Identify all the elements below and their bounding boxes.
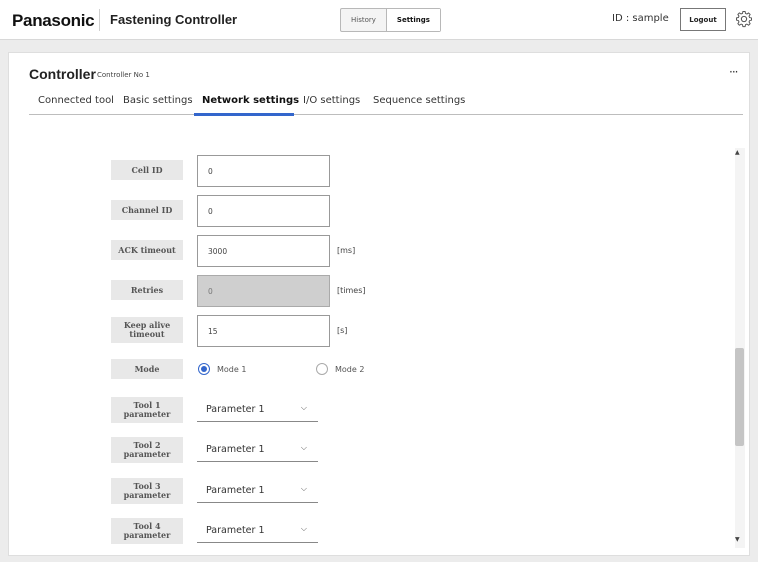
tool-2-parameter-value: Parameter 1: [206, 443, 265, 455]
cell-id-label: Cell ID: [111, 160, 183, 180]
settings-button[interactable]: Settings: [386, 9, 440, 31]
tool-3-parameter-label: Tool 3 parameter: [111, 478, 183, 504]
cell-id-input[interactable]: 0: [197, 155, 330, 187]
retries-label: Retries: [111, 280, 183, 300]
mode-1-label: Mode 1: [217, 365, 247, 374]
tool-3-label-line2: parameter: [123, 490, 171, 500]
mode-label: Mode: [111, 359, 183, 379]
logout-button[interactable]: Logout: [680, 8, 726, 31]
panel-title: Controller: [29, 66, 96, 82]
ack-timeout-unit: [ms]: [337, 246, 356, 255]
tool-3-parameter-select[interactable]: Parameter 1 ⌵: [197, 478, 318, 503]
main-nav: History Settings: [340, 8, 441, 32]
tool-3-parameter-value: Parameter 1: [206, 484, 265, 496]
keep-alive-unit: [s]: [337, 326, 348, 335]
retries-unit: [times]: [337, 286, 366, 295]
tool-1-label-line2: parameter: [123, 409, 171, 419]
keep-alive-label: Keep alive timeout: [111, 317, 183, 343]
tool-2-parameter-label: Tool 2 parameter: [111, 437, 183, 463]
more-icon[interactable]: ···: [729, 65, 739, 79]
chevron-down-icon: ⌵: [300, 484, 307, 493]
tab-network-settings[interactable]: Network settings: [202, 95, 299, 106]
app-title: Fastening Controller: [110, 12, 238, 27]
tool-1-parameter-value: Parameter 1: [206, 403, 265, 415]
mode-1-radio[interactable]: [198, 363, 210, 375]
tab-basic-settings[interactable]: Basic settings: [123, 95, 193, 106]
tool-1-parameter-select[interactable]: Parameter 1 ⌵: [197, 397, 318, 422]
scroll-up-icon[interactable]: ▲: [735, 149, 740, 156]
channel-id-input[interactable]: 0: [197, 195, 330, 227]
tab-io-settings[interactable]: I/O settings: [303, 95, 360, 106]
tool-4-parameter-select[interactable]: Parameter 1 ⌵: [197, 518, 318, 543]
keep-alive-label-line2: timeout: [129, 329, 165, 339]
tool-4-parameter-value: Parameter 1: [206, 524, 265, 536]
chevron-down-icon: ⌵: [300, 524, 307, 533]
scroll-down-icon[interactable]: ▼: [735, 536, 740, 543]
tool-4-parameter-label: Tool 4 parameter: [111, 518, 183, 544]
brand-logo: Panasonic: [12, 11, 95, 30]
tab-bar: Connected tool Basic settings Network se…: [29, 90, 743, 116]
tool-1-parameter-label: Tool 1 parameter: [111, 397, 183, 423]
top-bar: Panasonic Fastening Controller History S…: [0, 0, 758, 40]
active-tab-indicator: [194, 113, 294, 116]
tab-connected-tool[interactable]: Connected tool: [38, 95, 114, 106]
tab-sequence-settings[interactable]: Sequence settings: [373, 95, 465, 106]
retries-input: 0: [197, 275, 330, 307]
mode-2-label: Mode 2: [335, 365, 365, 374]
tool-2-label-line2: parameter: [123, 449, 171, 459]
ack-timeout-input[interactable]: 3000: [197, 235, 330, 267]
channel-id-label: Channel ID: [111, 200, 183, 220]
panel-subtitle: Controller No 1: [97, 71, 150, 79]
gear-icon[interactable]: [735, 10, 753, 28]
brand-divider: [99, 9, 100, 31]
form-scrollbar-thumb[interactable]: [735, 348, 744, 446]
history-button[interactable]: History: [341, 9, 387, 31]
tool-4-label-line2: parameter: [123, 530, 171, 540]
mode-2-radio[interactable]: [316, 363, 328, 375]
chevron-down-icon: ⌵: [300, 443, 307, 452]
chevron-down-icon: ⌵: [300, 403, 307, 412]
tool-2-parameter-select[interactable]: Parameter 1 ⌵: [197, 437, 318, 462]
user-id: ID : sample: [612, 13, 669, 24]
keep-alive-input[interactable]: 15: [197, 315, 330, 347]
ack-timeout-label: ACK timeout: [111, 240, 183, 260]
